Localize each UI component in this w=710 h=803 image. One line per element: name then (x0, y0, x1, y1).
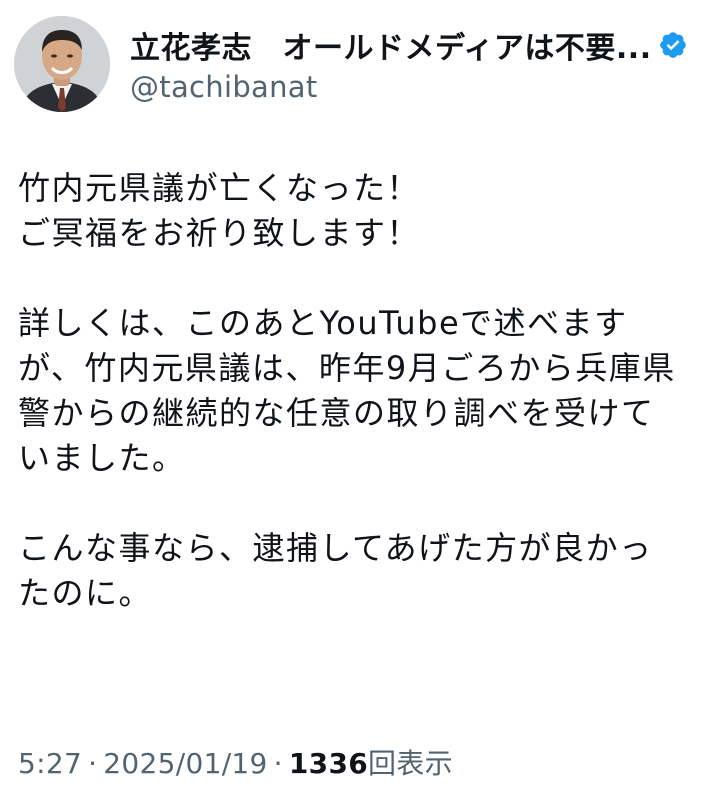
tweet-header: 立花孝志 オールドメディアは不要... @tachibanat (14, 16, 704, 112)
author-info: 立花孝志 オールドメディアは不要... @tachibanat (130, 24, 704, 104)
author-handle[interactable]: @tachibanat (130, 70, 704, 104)
views-label: 回表示 (368, 747, 453, 780)
avatar[interactable] (14, 16, 110, 112)
tweet-text-line: こんな事なら、逮捕してあげた方が良かっ (18, 529, 653, 567)
post-time[interactable]: 5:27 (18, 747, 82, 780)
verified-badge-icon (658, 30, 688, 60)
tweet-text-line: 警からの継続的な任意の取り調べを受けて (18, 394, 655, 432)
tweet: 立花孝志 オールドメディアは不要... @tachibanat 竹内元県議が亡く… (0, 0, 710, 803)
tweet-text: 竹内元県議が亡くなった！ ご冥福をお祈り致します！ 詳しくは、このあとYouTu… (18, 166, 698, 616)
tweet-text-line: 詳しくは、このあとYouTubeで述べます (18, 304, 628, 342)
profile-photo (14, 16, 110, 112)
author-display-name[interactable]: 立花孝志 オールドメディアは不要... (130, 23, 652, 67)
tweet-text-line: が、竹内元県議は、昨年9月ごろから兵庫県 (18, 349, 676, 387)
meta-separator: · (273, 747, 283, 780)
tweet-text-line: 竹内元県議が亡くなった！ (18, 169, 421, 207)
name-row: 立花孝志 オールドメディアは不要... (130, 24, 704, 66)
views-count: 1336 (288, 747, 369, 780)
tweet-meta: 5:27 · 2025/01/19 · 1336回表示 (18, 742, 453, 782)
post-date[interactable]: 2025/01/19 (103, 747, 267, 780)
tweet-text-line: たのに。 (18, 574, 153, 612)
tweet-text-line: いました。 (18, 439, 186, 477)
tweet-text-line: ご冥福をお祈り致します！ (18, 214, 421, 252)
meta-separator: · (88, 747, 98, 780)
